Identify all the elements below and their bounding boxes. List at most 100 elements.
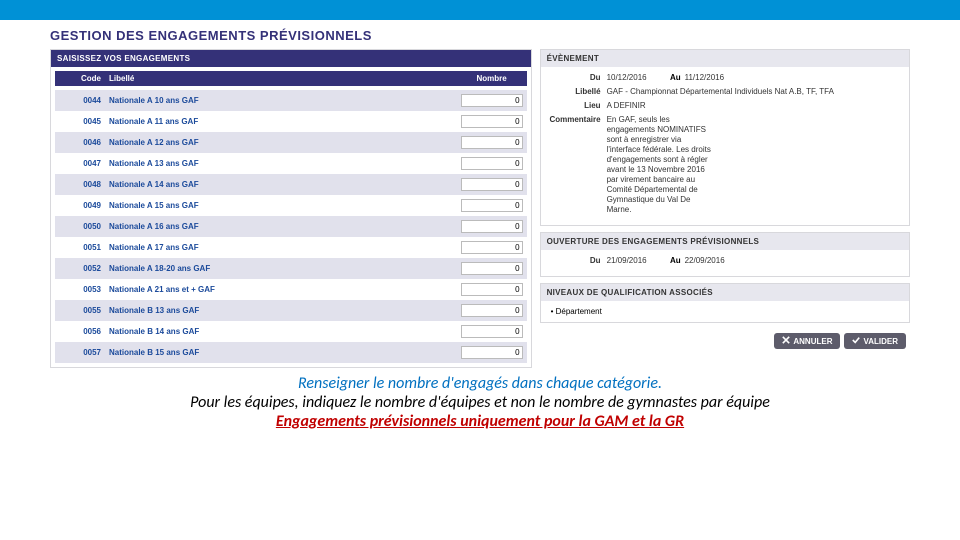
row-code: 0044 bbox=[55, 94, 105, 107]
row-libelle: Nationale A 12 ans GAF bbox=[105, 136, 457, 149]
row-nombre-cell bbox=[457, 218, 527, 235]
row-nombre-cell bbox=[457, 113, 527, 130]
niveaux-panel: NIVEAUX DE QUALIFICATION ASSOCIÉS Départ… bbox=[540, 283, 910, 323]
table-row: 0045Nationale A 11 ans GAF bbox=[55, 111, 527, 132]
row-nombre-cell bbox=[457, 260, 527, 277]
row-nombre-cell bbox=[457, 92, 527, 109]
row-libelle: Nationale A 16 ans GAF bbox=[105, 220, 457, 233]
ouverture-panel-header: OUVERTURE DES ENGAGEMENTS PRÉVISIONNELS bbox=[541, 233, 909, 250]
caption-line-2: Pour les équipes, indiquez le nombre d'é… bbox=[0, 393, 960, 412]
col-libelle: Libellé bbox=[105, 71, 457, 86]
event-au-value: 11/12/2016 bbox=[685, 73, 724, 83]
table-row: 0051Nationale A 17 ans GAF bbox=[55, 237, 527, 258]
table-row: 0052Nationale A 18-20 ans GAF bbox=[55, 258, 527, 279]
event-comment-label: Commentaire bbox=[549, 115, 607, 215]
nombre-input[interactable] bbox=[461, 262, 523, 275]
table-row: 0055Nationale B 13 ans GAF bbox=[55, 300, 527, 321]
caption-block: Renseigner le nombre d'engagés dans chaq… bbox=[0, 374, 960, 431]
button-bar: ANNULER VALIDER bbox=[540, 329, 910, 353]
row-code: 0057 bbox=[55, 346, 105, 359]
niveaux-panel-header: NIVEAUX DE QUALIFICATION ASSOCIÉS bbox=[541, 284, 909, 301]
event-comment-value: En GAF, seuls les engagements NOMINATIFS… bbox=[607, 115, 717, 215]
table-row: 0049Nationale A 15 ans GAF bbox=[55, 195, 527, 216]
table-row: 0044Nationale A 10 ans GAF bbox=[55, 90, 527, 111]
col-nombre: Nombre bbox=[457, 71, 527, 86]
col-code: Code bbox=[55, 71, 105, 86]
cancel-button[interactable]: ANNULER bbox=[774, 333, 840, 349]
row-code: 0051 bbox=[55, 241, 105, 254]
nombre-input[interactable] bbox=[461, 325, 523, 338]
row-code: 0055 bbox=[55, 304, 105, 317]
check-icon bbox=[852, 336, 860, 346]
top-blue-bar bbox=[0, 0, 960, 20]
event-lieu-value: A DEFINIR bbox=[607, 101, 901, 111]
row-code: 0053 bbox=[55, 283, 105, 296]
ouverture-au-label: Au bbox=[665, 256, 685, 266]
table-row: 0050Nationale A 16 ans GAF bbox=[55, 216, 527, 237]
row-nombre-cell bbox=[457, 239, 527, 256]
row-libelle: Nationale A 17 ans GAF bbox=[105, 241, 457, 254]
event-du-value: 10/12/2016 bbox=[607, 73, 647, 83]
ouverture-du-label: Du bbox=[549, 256, 607, 266]
row-nombre-cell bbox=[457, 344, 527, 361]
engagements-panel: SAISISSEZ VOS ENGAGEMENTS Code Libellé N… bbox=[50, 49, 532, 368]
row-libelle: Nationale B 15 ans GAF bbox=[105, 346, 457, 359]
nombre-input[interactable] bbox=[461, 346, 523, 359]
table-row: 0046Nationale A 12 ans GAF bbox=[55, 132, 527, 153]
row-code: 0050 bbox=[55, 220, 105, 233]
ouverture-panel: OUVERTURE DES ENGAGEMENTS PRÉVISIONNELS … bbox=[540, 232, 910, 277]
nombre-input[interactable] bbox=[461, 283, 523, 296]
page-title: GESTION DES ENGAGEMENTS PRÉVISIONNELS bbox=[50, 28, 910, 43]
row-libelle: Nationale A 14 ans GAF bbox=[105, 178, 457, 191]
nombre-input[interactable] bbox=[461, 199, 523, 212]
nombre-input[interactable] bbox=[461, 220, 523, 233]
event-libelle-label: Libellé bbox=[549, 87, 607, 97]
table-row: 0057Nationale B 15 ans GAF bbox=[55, 342, 527, 363]
row-code: 0045 bbox=[55, 115, 105, 128]
row-nombre-cell bbox=[457, 281, 527, 298]
row-code: 0047 bbox=[55, 157, 105, 170]
cancel-label: ANNULER bbox=[793, 337, 832, 346]
row-code: 0049 bbox=[55, 199, 105, 212]
row-libelle: Nationale A 15 ans GAF bbox=[105, 199, 457, 212]
nombre-input[interactable] bbox=[461, 241, 523, 254]
row-nombre-cell bbox=[457, 302, 527, 319]
row-nombre-cell bbox=[457, 197, 527, 214]
row-code: 0048 bbox=[55, 178, 105, 191]
ouverture-du-value: 21/09/2016 bbox=[607, 256, 647, 266]
row-libelle: Nationale A 18-20 ans GAF bbox=[105, 262, 457, 275]
row-code: 0052 bbox=[55, 262, 105, 275]
engagements-panel-header: SAISISSEZ VOS ENGAGEMENTS bbox=[51, 50, 531, 67]
event-panel-header: ÉVÈNEMENT bbox=[541, 50, 909, 67]
row-libelle: Nationale A 11 ans GAF bbox=[105, 115, 457, 128]
row-libelle: Nationale A 21 ans et + GAF bbox=[105, 283, 457, 296]
validate-label: VALIDER bbox=[863, 337, 898, 346]
row-code: 0046 bbox=[55, 136, 105, 149]
nombre-input[interactable] bbox=[461, 157, 523, 170]
caption-line-3: Engagements prévisionnels uniquement pou… bbox=[0, 412, 960, 431]
nombre-input[interactable] bbox=[461, 115, 523, 128]
table-row: 0056Nationale B 14 ans GAF bbox=[55, 321, 527, 342]
table-row: 0048Nationale A 14 ans GAF bbox=[55, 174, 527, 195]
close-icon bbox=[782, 336, 790, 346]
row-nombre-cell bbox=[457, 176, 527, 193]
row-libelle: Nationale A 13 ans GAF bbox=[105, 157, 457, 170]
nombre-input[interactable] bbox=[461, 136, 523, 149]
event-lieu-label: Lieu bbox=[549, 101, 607, 111]
event-du-label: Du bbox=[549, 73, 607, 83]
table-header: Code Libellé Nombre bbox=[55, 71, 527, 86]
row-libelle: Nationale A 10 ans GAF bbox=[105, 94, 457, 107]
row-code: 0056 bbox=[55, 325, 105, 338]
table-row: 0053Nationale A 21 ans et + GAF bbox=[55, 279, 527, 300]
caption-line-1: Renseigner le nombre d'engagés dans chaq… bbox=[0, 374, 960, 393]
nombre-input[interactable] bbox=[461, 304, 523, 317]
table-body: 0044Nationale A 10 ans GAF0045Nationale … bbox=[55, 90, 527, 363]
row-libelle: Nationale B 14 ans GAF bbox=[105, 325, 457, 338]
event-libelle-value: GAF - Championnat Départemental Individu… bbox=[607, 87, 901, 97]
nombre-input[interactable] bbox=[461, 94, 523, 107]
nombre-input[interactable] bbox=[461, 178, 523, 191]
validate-button[interactable]: VALIDER bbox=[844, 333, 906, 349]
niveaux-item: Département bbox=[551, 307, 899, 316]
event-panel: ÉVÈNEMENT Du 10/12/2016 Au 11/12/2016 bbox=[540, 49, 910, 226]
row-nombre-cell bbox=[457, 134, 527, 151]
